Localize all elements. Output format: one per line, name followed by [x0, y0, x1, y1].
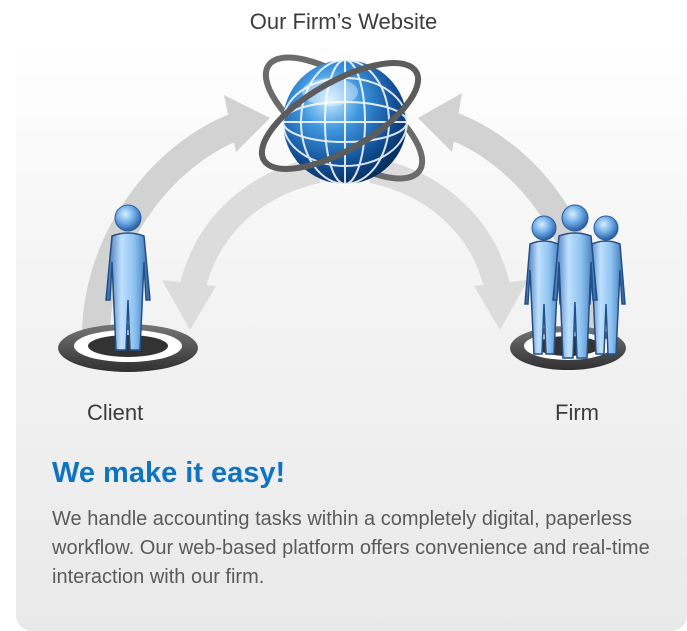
firm-label: Firm	[555, 400, 599, 425]
arrow-website-to-firm	[368, 157, 528, 330]
description-text: We handle accounting tasks within a comp…	[52, 508, 650, 588]
headline: We make it easy!	[52, 457, 286, 489]
website-label: Our Firm’s Website	[249, 9, 438, 34]
platform-ring-icon	[58, 324, 198, 372]
arrow-website-to-client	[162, 157, 322, 330]
workflow-diagram	[58, 54, 626, 372]
client-label: Client	[87, 400, 144, 425]
